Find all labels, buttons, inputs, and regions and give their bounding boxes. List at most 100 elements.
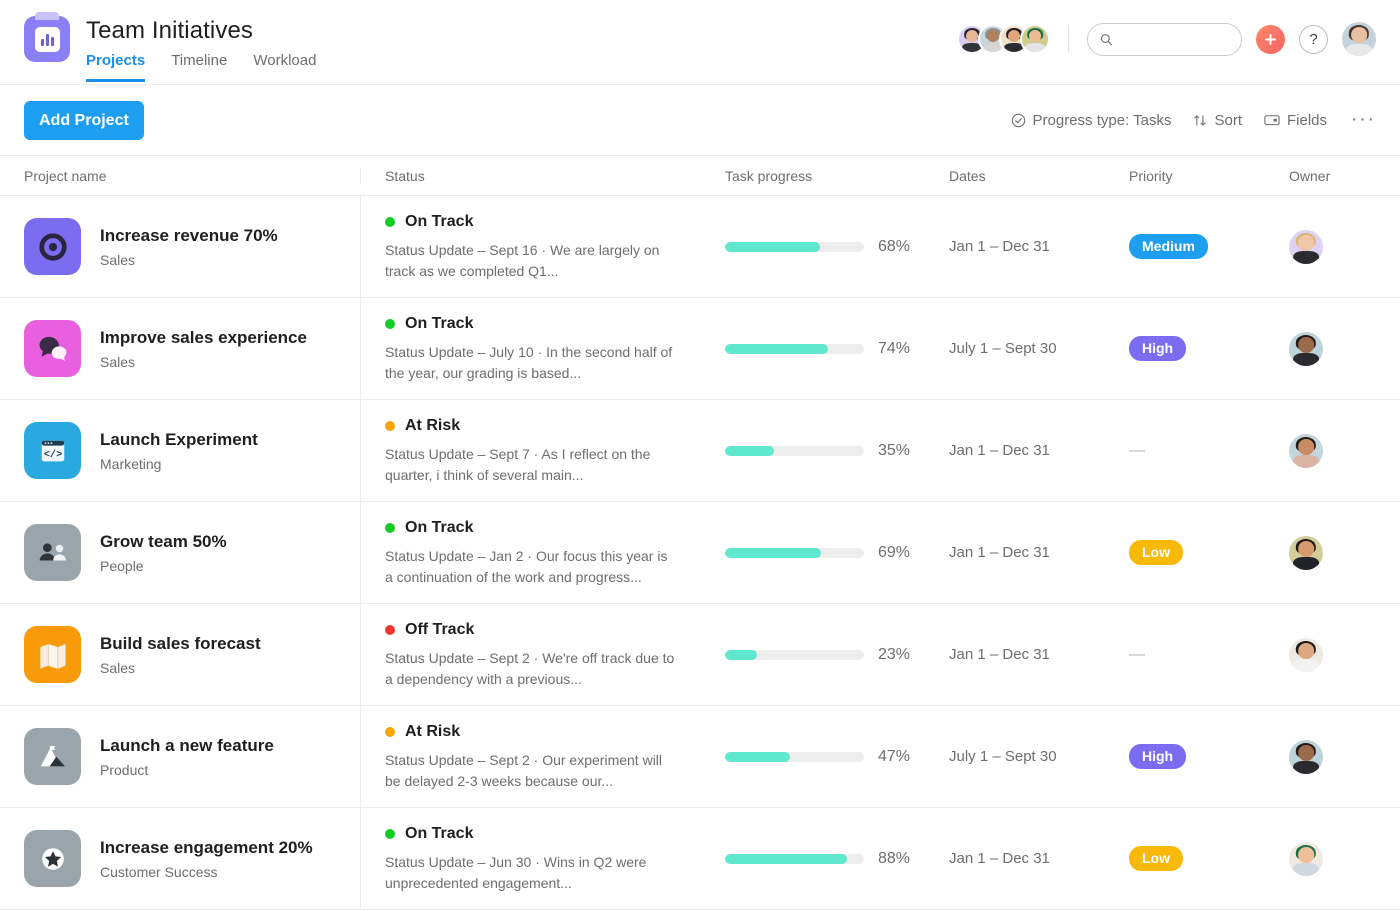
create-button[interactable] xyxy=(1256,24,1285,54)
glasses-man-avatar[interactable] xyxy=(1289,433,1323,468)
tab-projects[interactable]: Projects xyxy=(86,52,146,82)
project-name-cell[interactable]: Increase engagement 20% Customer Success xyxy=(0,808,361,909)
avatar[interactable] xyxy=(1020,24,1050,54)
sort-button[interactable]: Sort xyxy=(1193,112,1242,129)
table-row[interactable]: Build sales forecast Sales Off Track Status… xyxy=(0,604,1400,706)
tab-timeline[interactable]: Timeline xyxy=(171,52,227,82)
status-cell[interactable]: On Track Status Update – July 10 · In the… xyxy=(361,298,701,399)
fields-button[interactable]: Fields xyxy=(1264,112,1327,129)
owner-cell[interactable] xyxy=(1289,196,1400,297)
priority-cell[interactable]: — xyxy=(1129,604,1289,705)
owner-cell[interactable] xyxy=(1289,706,1400,807)
progress-type-button[interactable]: Progress type: Tasks xyxy=(1011,112,1171,129)
project-team: Sales xyxy=(100,353,136,370)
dates-cell[interactable]: Jan 1 – Dec 31 xyxy=(949,604,1129,705)
progress-percent: 68% xyxy=(878,237,911,255)
priority-cell[interactable]: Low xyxy=(1129,808,1289,909)
priority-cell[interactable]: High xyxy=(1129,298,1289,399)
task-progress-cell: 23% xyxy=(701,604,949,705)
project-name-cell[interactable]: Build sales forecast Sales xyxy=(0,604,361,705)
priority-cell[interactable]: Low xyxy=(1129,502,1289,603)
status-label: On Track xyxy=(405,212,474,230)
project-name-cell[interactable]: Grow team 50% People xyxy=(0,502,361,603)
project-team: Sales xyxy=(100,659,136,676)
project-team: Customer Success xyxy=(100,863,218,880)
priority-cell[interactable]: Medium xyxy=(1129,196,1289,297)
dates-cell[interactable]: July 1 – Sept 30 xyxy=(949,706,1129,807)
progress-percent: 69% xyxy=(878,543,911,561)
table-row[interactable]: Grow team 50% People On Track Status Update… xyxy=(0,502,1400,604)
status-label: At Risk xyxy=(405,416,461,434)
status-cell[interactable]: On Track Status Update – Jun 30 · Wins in… xyxy=(361,808,701,909)
dark-hair-woman-2-avatar[interactable] xyxy=(1289,739,1323,774)
owner-cell[interactable] xyxy=(1289,808,1400,909)
help-button[interactable]: ? xyxy=(1299,24,1328,54)
priority-cell[interactable]: High xyxy=(1129,706,1289,807)
dates-cell[interactable]: Jan 1 – Dec 31 xyxy=(949,502,1129,603)
page-title: Team Initiatives xyxy=(86,17,253,44)
project-name-cell[interactable]: Launch a new feature Product xyxy=(0,706,361,807)
dates-value: July 1 – Sept 30 xyxy=(949,748,1057,765)
priority-badge[interactable]: Low xyxy=(1129,540,1183,565)
owner-cell[interactable] xyxy=(1289,400,1400,501)
status-cell[interactable]: On Track Status Update – Jan 2 · Our focu… xyxy=(361,502,701,603)
dark-hair-woman-avatar[interactable] xyxy=(1289,331,1323,366)
project-name-cell[interactable]: Increase revenue 70% Sales xyxy=(0,196,361,297)
short-hair-man-avatar[interactable] xyxy=(1289,535,1323,570)
owner-cell[interactable] xyxy=(1289,298,1400,399)
task-progress-cell: 68% xyxy=(701,196,949,297)
plus-icon xyxy=(1264,33,1277,45)
progress-bar xyxy=(725,751,864,762)
task-progress-cell: 69% xyxy=(701,502,949,603)
progress-percent: 88% xyxy=(878,849,911,867)
blonde-woman-avatar[interactable] xyxy=(1289,229,1323,264)
table-row[interactable]: </> Launch Experiment Marketing At Risk Stat… xyxy=(0,400,1400,502)
target-icon xyxy=(24,218,81,275)
project-title: Improve sales experience xyxy=(100,327,307,347)
fields-icon xyxy=(1264,115,1280,126)
action-toolbar: Add Project Progress type: Tasks Sort Fi… xyxy=(0,85,1400,156)
dates-cell[interactable]: Jan 1 – Dec 31 xyxy=(949,808,1129,909)
priority-badge[interactable]: Medium xyxy=(1129,234,1208,259)
status-dot xyxy=(385,216,395,227)
search-box[interactable] xyxy=(1087,22,1242,56)
owner-cell[interactable] xyxy=(1289,502,1400,603)
column-header-status: Status xyxy=(385,167,425,184)
owner-cell[interactable] xyxy=(1289,604,1400,705)
member-avatar-stack[interactable] xyxy=(957,24,1050,54)
priority-cell[interactable]: — xyxy=(1129,400,1289,501)
dates-cell[interactable]: Jan 1 – Dec 31 xyxy=(949,196,1129,297)
more-options-button[interactable]: ··· xyxy=(1349,109,1376,131)
long-hair-woman-avatar[interactable] xyxy=(1289,637,1323,672)
green-hat-person-avatar[interactable] xyxy=(1289,841,1323,876)
table-row[interactable]: Increase engagement 20% Customer Success O… xyxy=(0,808,1400,910)
dates-cell[interactable]: Jan 1 – Dec 31 xyxy=(949,400,1129,501)
status-cell[interactable]: On Track Status Update – Sept 16 · We are… xyxy=(361,196,701,297)
search-input[interactable] xyxy=(1120,31,1229,47)
table-row[interactable]: Launch a new feature Product At Risk Status… xyxy=(0,706,1400,808)
progress-percent: 47% xyxy=(878,747,911,765)
project-team: Sales xyxy=(100,251,136,268)
priority-badge[interactable]: High xyxy=(1129,336,1187,361)
priority-badge[interactable]: Low xyxy=(1129,846,1183,871)
table-row[interactable]: Improve sales experience Sales On Track Sta… xyxy=(0,298,1400,400)
project-name-cell[interactable]: </> Launch Experiment Marketing xyxy=(0,400,361,501)
star-circle-icon xyxy=(24,830,81,887)
status-cell[interactable]: Off Track Status Update – Sept 2 · We're … xyxy=(361,604,701,705)
dates-value: Jan 1 – Dec 31 xyxy=(949,850,1050,867)
dates-cell[interactable]: July 1 – Sept 30 xyxy=(949,298,1129,399)
priority-badge[interactable]: High xyxy=(1129,744,1187,769)
project-name-cell[interactable]: Improve sales experience Sales xyxy=(0,298,361,399)
add-project-button[interactable]: Add Project xyxy=(24,100,144,140)
speech-bubbles-icon xyxy=(24,320,81,377)
tab-workload[interactable]: Workload xyxy=(253,52,316,82)
progress-percent: 74% xyxy=(878,339,911,357)
progress-bar xyxy=(725,649,864,660)
progress-bar xyxy=(725,241,864,252)
table-row[interactable]: Increase revenue 70% Sales On Track Status … xyxy=(0,196,1400,298)
status-cell[interactable]: At Risk Status Update – Sept 7 · As I ref… xyxy=(361,400,701,501)
current-user-avatar[interactable] xyxy=(1342,22,1376,56)
brand-block: Team Initiatives Projects Timeline Workl… xyxy=(24,0,316,82)
status-cell[interactable]: At Risk Status Update – Sept 2 · Our expe… xyxy=(361,706,701,807)
project-title: Launch a new feature xyxy=(100,735,274,755)
